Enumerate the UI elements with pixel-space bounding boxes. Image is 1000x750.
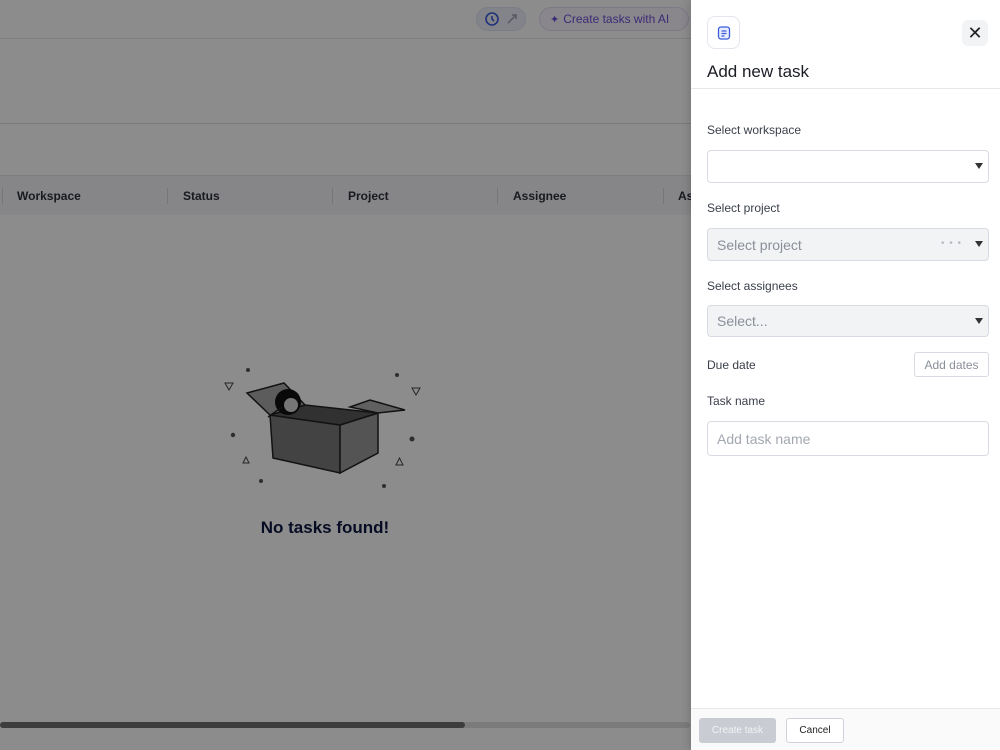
panel-title: Add new task <box>707 62 810 81</box>
close-button[interactable]: ✕ <box>962 20 988 46</box>
workspace-select[interactable] <box>707 150 989 183</box>
project-select[interactable]: Select project • • • <box>707 228 989 261</box>
task-doc-icon <box>707 16 740 49</box>
task-name-label: Task name <box>707 394 766 408</box>
loading-dots-icon: • • • <box>940 238 962 249</box>
due-date-label: Due date <box>707 358 756 372</box>
project-label: Select project <box>707 201 780 215</box>
assignees-select[interactable]: Select... <box>707 305 989 337</box>
workspace-label: Select workspace <box>707 123 802 137</box>
panel-footer: Create task Cancel <box>691 708 1000 750</box>
assignees-placeholder: Select... <box>717 313 768 329</box>
task-name-input[interactable] <box>707 421 989 456</box>
chevron-down-icon <box>975 241 983 247</box>
chevron-down-icon <box>975 318 983 324</box>
create-task-button[interactable]: Create task <box>699 718 776 743</box>
chevron-down-icon <box>975 163 983 169</box>
assignees-label: Select assignees <box>707 279 798 293</box>
add-task-panel: ✕ Add new task Select workspace Select p… <box>691 0 1000 750</box>
add-dates-button[interactable]: Add dates <box>914 352 989 377</box>
close-icon: ✕ <box>967 22 983 43</box>
project-placeholder: Select project <box>717 236 802 253</box>
divider <box>691 88 1000 89</box>
cancel-button[interactable]: Cancel <box>786 718 844 743</box>
